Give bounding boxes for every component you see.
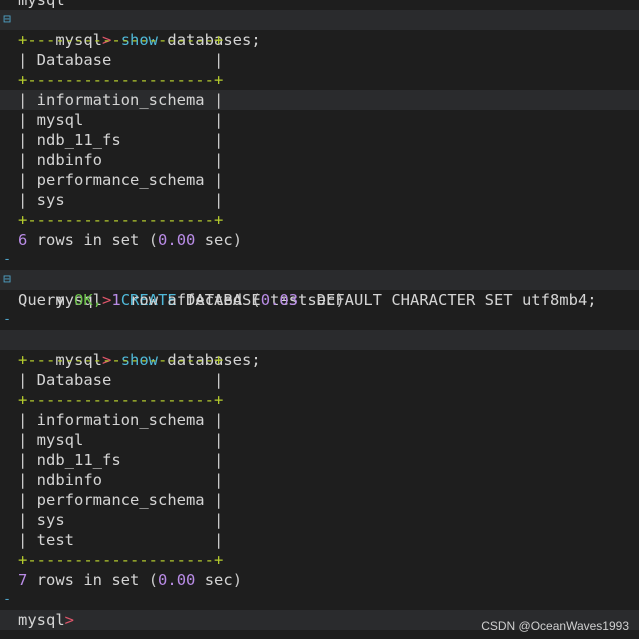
table-header: | Database | [18, 51, 224, 69]
separator-icon: - [3, 252, 11, 267]
table-border: +--------------------+ [18, 351, 224, 369]
separator-icon: - [3, 592, 11, 607]
table-header: | Database | [18, 371, 224, 389]
table-border: +--------------------+ [18, 551, 224, 569]
collapse-icon[interactable]: ⊟ [0, 10, 14, 30]
collapse-icon[interactable]: ⊟ [0, 270, 14, 290]
watermark: CSDN @OceanWaves1993 [481, 619, 629, 633]
separator-icon: - [3, 312, 11, 327]
command-line: mysql> show databases; [0, 330, 639, 369]
result-line: 6 rows in set (0.00 sec) [18, 231, 243, 249]
table-border: +--------------------+ [18, 71, 224, 89]
table-border: +--------------------+ [18, 211, 224, 229]
table-row: | information_schema | [0, 90, 639, 110]
table-row: | mysql | [18, 111, 224, 129]
blank-line: - [0, 250, 639, 270]
blank-line: - [0, 590, 639, 610]
terminal-line-cut: mysql [18, 0, 65, 9]
table-row: | sys | [18, 191, 224, 209]
table-border: +--------------------+ [18, 31, 224, 49]
blank-line: - [0, 310, 639, 330]
table-row: | ndbinfo | [18, 151, 224, 169]
command-line: ⊟ mysql> CREATE DATABASE test DEFAULT CHA… [0, 270, 639, 309]
table-row: | test | [18, 531, 224, 549]
table-row: | ndbinfo | [18, 471, 224, 489]
table-row: | ndb_11_fs | [18, 131, 224, 149]
terminal[interactable]: mysql ⊟ mysql> show databases; +---------… [0, 0, 639, 630]
command-line: ⊟ mysql> show databases; [0, 10, 639, 49]
table-row: | performance_schema | [18, 171, 224, 189]
table-row: | sys | [18, 511, 224, 529]
result-line: 7 rows in set (0.00 sec) [18, 571, 243, 589]
prompt-arrow: > [64, 611, 75, 629]
table-border: +--------------------+ [18, 391, 224, 409]
table-row: | mysql | [18, 431, 224, 449]
table-row: | information_schema | [18, 411, 224, 429]
table-row: | performance_schema | [18, 491, 224, 509]
result-line: Query OK, 1 row affected (0.03 sec) [18, 291, 345, 309]
table-row: | ndb_11_fs | [18, 451, 224, 469]
